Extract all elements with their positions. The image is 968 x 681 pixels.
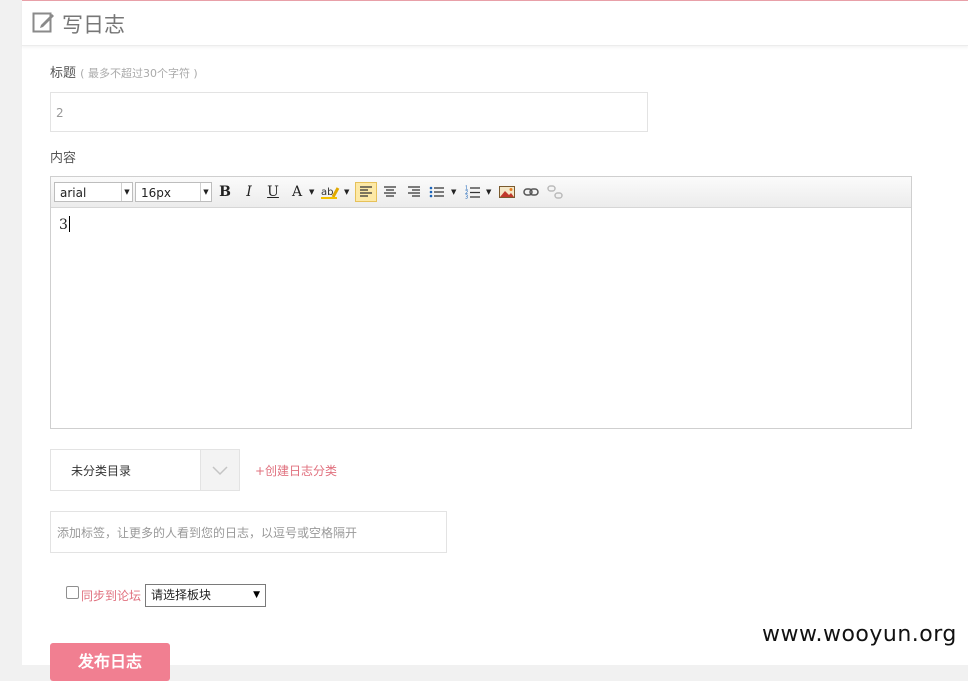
chevron-down-icon [212, 466, 228, 476]
category-select[interactable]: 未分类目录 [50, 449, 240, 491]
watermark-text: www.wooyun.org [762, 622, 957, 647]
font-color-button[interactable]: A [289, 182, 305, 202]
chevron-down-icon: ▼ [253, 590, 260, 600]
sync-to-forum-checkbox[interactable] [66, 586, 79, 599]
publish-button[interactable]: 发布日志 [50, 643, 170, 681]
title-label: 标题 [50, 66, 77, 81]
forum-board-select[interactable]: 请选择板块 ▼ [145, 584, 266, 607]
chevron-down-icon: ▼ [344, 188, 350, 196]
content-label: 内容 [50, 151, 77, 166]
editor-text: 3 [59, 217, 68, 233]
insert-image-button[interactable] [497, 182, 517, 202]
main-panel: 写日志 标题 ( 最多不超过30个字符 ) 2 内容 arial ▼ 16px … [22, 0, 968, 681]
underline-button[interactable]: U [265, 182, 281, 202]
page-title: 写日志 [62, 13, 125, 37]
image-icon [499, 186, 515, 198]
create-category-link[interactable]: +创建日志分类 [255, 462, 337, 479]
bullet-list-button[interactable] [428, 182, 446, 202]
tags-input[interactable]: 添加标签，让更多的人看到您的日志，以逗号或空格隔开 [50, 511, 447, 553]
rich-text-editor: arial ▼ 16px ▼ B I U A ▼ ab ▼ ▼ 1 2 3 ▼ … [50, 176, 912, 429]
highlight-button[interactable]: ab [319, 182, 341, 202]
align-right-icon [408, 186, 420, 197]
link-icon [523, 188, 539, 196]
font-family-select[interactable]: arial ▼ [54, 182, 133, 202]
title-hint: ( 最多不超过30个字符 ) [80, 67, 198, 80]
text-cursor [68, 216, 70, 232]
align-center-button[interactable] [380, 182, 400, 202]
unlink-icon [547, 185, 563, 199]
font-size-select[interactable]: 16px ▼ [135, 182, 212, 202]
editor-toolbar: arial ▼ 16px ▼ B I U A ▼ ab ▼ ▼ 1 2 3 ▼ [51, 177, 911, 208]
chevron-down-icon: ▼ [451, 188, 457, 196]
unlink-button[interactable] [545, 182, 565, 202]
title-label-row: 标题 ( 最多不超过30个字符 ) [50, 62, 198, 81]
highlight-icon: ab [321, 187, 340, 199]
numbered-list-icon: 1 2 3 [465, 186, 480, 201]
align-left-button[interactable] [355, 182, 377, 202]
bold-button[interactable]: B [217, 182, 233, 202]
edit-icon [32, 12, 54, 33]
sync-to-forum-label[interactable]: 同步到论坛 [81, 587, 141, 604]
italic-button[interactable]: I [241, 182, 257, 202]
chevron-down-icon: ▼ [486, 188, 492, 196]
numbered-list-button[interactable]: 1 2 3 [464, 182, 482, 202]
align-center-icon [384, 186, 396, 197]
bullet-list-icon [429, 186, 444, 198]
category-dropdown-button[interactable] [200, 450, 239, 490]
font-family-value: arial [60, 186, 87, 200]
chevron-down-icon: ▼ [309, 188, 315, 196]
svg-text:3: 3 [465, 195, 468, 200]
align-right-button[interactable] [404, 182, 424, 202]
chevron-down-icon: ▼ [200, 183, 211, 201]
align-left-icon [360, 186, 372, 197]
editor-content[interactable]: 3 [59, 216, 70, 233]
forum-board-selected: 请选择板块 [151, 588, 212, 602]
title-input[interactable]: 2 [50, 92, 648, 132]
font-size-value: 16px [141, 186, 171, 200]
category-selected: 未分类目录 [71, 464, 132, 478]
svg-text:ab: ab [321, 187, 333, 198]
chevron-down-icon: ▼ [121, 183, 132, 201]
insert-link-button[interactable] [521, 182, 541, 202]
page-header: 写日志 [22, 1, 968, 46]
